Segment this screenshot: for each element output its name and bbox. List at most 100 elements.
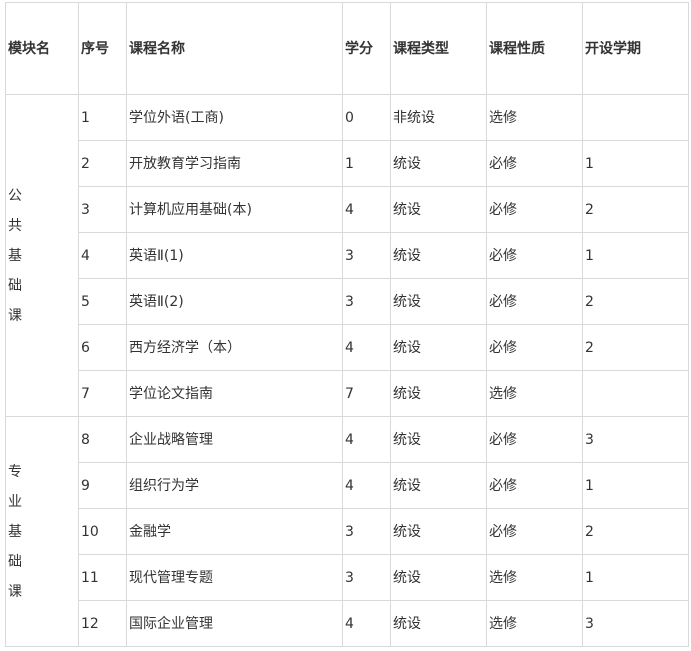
cell-credit: 3 xyxy=(342,278,391,325)
table-row: 6 西方经济学（本） 4 统设 必修 2 xyxy=(6,324,689,371)
cell-course-nature: 必修 xyxy=(486,462,583,509)
cell-term: 2 xyxy=(582,508,689,555)
cell-course-name: 国际企业管理 xyxy=(126,600,343,647)
cell-course-nature: 必修 xyxy=(486,324,583,371)
cell-term: 1 xyxy=(582,140,689,187)
cell-seq: 12 xyxy=(78,600,127,647)
module-char: 公 xyxy=(8,187,22,204)
cell-course-type: 统设 xyxy=(390,416,487,463)
cell-course-type: 统设 xyxy=(390,186,487,233)
header-credit: 学分 xyxy=(342,2,391,95)
cell-course-nature: 选修 xyxy=(486,94,583,141)
cell-credit: 3 xyxy=(342,554,391,601)
cell-course-name: 组织行为学 xyxy=(126,462,343,509)
table-row: 10 金融学 3 统设 必修 2 xyxy=(6,508,689,555)
cell-seq: 1 xyxy=(78,94,127,141)
cell-term: 1 xyxy=(582,554,689,601)
module-char: 础 xyxy=(8,277,22,294)
module-char: 础 xyxy=(8,553,22,570)
cell-term: 2 xyxy=(582,324,689,371)
header-course-nature: 课程性质 xyxy=(486,2,583,95)
course-table: 模块名 序号 课程名称 学分 课程类型 课程性质 开设学期 公 共 基 础 课 … xyxy=(5,2,689,647)
cell-seq: 3 xyxy=(78,186,127,233)
table-row: 公 共 基 础 课 1 学位外语(工商) 0 非统设 选修 xyxy=(5,94,689,417)
cell-term: 2 xyxy=(582,278,689,325)
table-body: 公 共 基 础 课 1 学位外语(工商) 0 非统设 选修 2 开放教育学习指南… xyxy=(5,94,689,647)
table-row: 9 组织行为学 4 统设 必修 1 xyxy=(6,462,689,509)
cell-term: 2 xyxy=(582,186,689,233)
cell-course-name: 西方经济学（本） xyxy=(126,324,343,371)
cell-credit: 4 xyxy=(342,416,391,463)
cell-seq: 11 xyxy=(78,554,127,601)
module-char: 基 xyxy=(8,247,22,264)
module-char: 课 xyxy=(8,307,22,324)
cell-seq: 10 xyxy=(78,508,127,555)
module-char: 业 xyxy=(8,493,22,510)
table-row: 7 学位论文指南 7 统设 选修 xyxy=(6,370,689,417)
header-term: 开设学期 xyxy=(582,2,689,95)
cell-course-type: 统设 xyxy=(390,232,487,279)
cell-credit: 1 xyxy=(342,140,391,187)
cell-course-nature: 必修 xyxy=(486,186,583,233)
table-row: 5 英语Ⅱ(2) 3 统设 必修 2 xyxy=(6,278,689,325)
cell-course-nature: 必修 xyxy=(486,416,583,463)
table-row: 2 开放教育学习指南 1 统设 必修 1 xyxy=(6,140,689,187)
module-char: 共 xyxy=(8,217,22,234)
cell-credit: 4 xyxy=(342,324,391,371)
cell-credit: 0 xyxy=(342,94,391,141)
cell-course-name: 开放教育学习指南 xyxy=(126,140,343,187)
module-name-professional-basic: 专 业 基 础 课 xyxy=(5,416,79,647)
cell-term: 3 xyxy=(582,416,689,463)
cell-course-name: 英语Ⅱ(2) xyxy=(126,278,343,325)
cell-course-type: 统设 xyxy=(390,278,487,325)
cell-seq: 6 xyxy=(78,324,127,371)
header-course-name: 课程名称 xyxy=(126,2,343,95)
header-course-type: 课程类型 xyxy=(390,2,487,95)
table-row: 11 现代管理专题 3 统设 选修 1 xyxy=(6,554,689,601)
cell-course-name: 学位论文指南 xyxy=(126,370,343,417)
cell-seq: 8 xyxy=(78,416,127,463)
cell-term xyxy=(582,94,689,141)
cell-term: 3 xyxy=(582,600,689,647)
module-name-public-basic: 公 共 基 础 课 xyxy=(5,94,79,417)
cell-term: 1 xyxy=(582,462,689,509)
cell-seq: 5 xyxy=(78,278,127,325)
cell-course-type: 统设 xyxy=(390,370,487,417)
cell-credit: 7 xyxy=(342,370,391,417)
cell-course-nature: 选修 xyxy=(486,554,583,601)
cell-term: 1 xyxy=(582,232,689,279)
table-row: 3 计算机应用基础(本) 4 统设 必修 2 xyxy=(6,186,689,233)
cell-course-nature: 必修 xyxy=(486,508,583,555)
cell-course-nature: 必修 xyxy=(486,278,583,325)
header-module: 模块名 xyxy=(5,2,79,95)
cell-seq: 7 xyxy=(78,370,127,417)
cell-course-name: 英语Ⅱ(1) xyxy=(126,232,343,279)
header-row: 模块名 序号 课程名称 学分 课程类型 课程性质 开设学期 xyxy=(5,2,689,95)
cell-credit: 4 xyxy=(342,600,391,647)
module-char: 课 xyxy=(8,583,22,600)
cell-course-name: 现代管理专题 xyxy=(126,554,343,601)
cell-course-name: 金融学 xyxy=(126,508,343,555)
module-char: 基 xyxy=(8,523,22,540)
cell-seq: 4 xyxy=(78,232,127,279)
cell-seq: 9 xyxy=(78,462,127,509)
cell-course-nature: 必修 xyxy=(486,140,583,187)
cell-course-type: 统设 xyxy=(390,140,487,187)
cell-course-name: 企业战略管理 xyxy=(126,416,343,463)
cell-course-type: 统设 xyxy=(390,462,487,509)
cell-course-type: 统设 xyxy=(390,600,487,647)
cell-seq: 2 xyxy=(78,140,127,187)
cell-course-type: 统设 xyxy=(390,554,487,601)
cell-course-name: 学位外语(工商) xyxy=(126,94,343,141)
cell-term xyxy=(582,370,689,417)
cell-course-nature: 选修 xyxy=(486,600,583,647)
cell-credit: 4 xyxy=(342,462,391,509)
table-row: 12 国际企业管理 4 统设 选修 3 xyxy=(6,600,689,647)
cell-course-type: 统设 xyxy=(390,508,487,555)
module-char: 专 xyxy=(8,463,22,480)
header-seq: 序号 xyxy=(78,2,127,95)
cell-course-type: 非统设 xyxy=(390,94,487,141)
cell-course-nature: 必修 xyxy=(486,232,583,279)
cell-credit: 3 xyxy=(342,508,391,555)
cell-credit: 4 xyxy=(342,186,391,233)
